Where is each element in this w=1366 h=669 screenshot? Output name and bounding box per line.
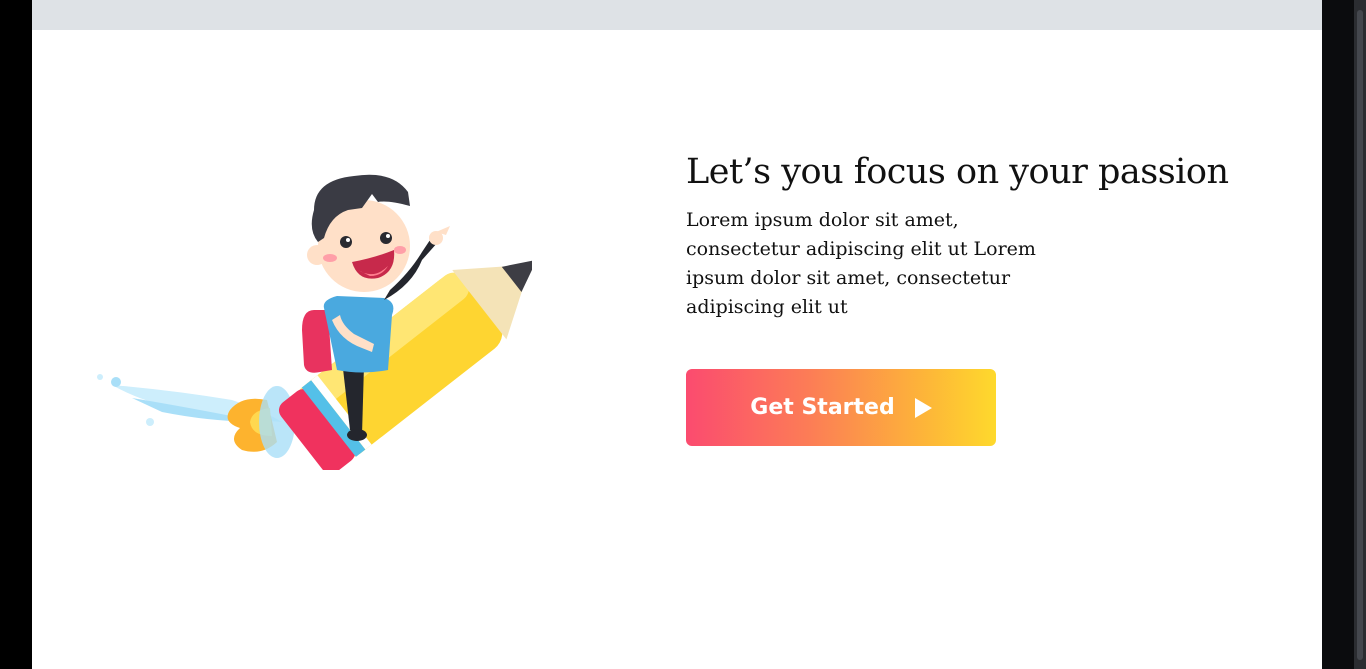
window-frame-left (0, 0, 32, 669)
get-started-label: Get Started (750, 395, 895, 420)
get-started-button[interactable]: Get Started (686, 369, 996, 446)
play-icon (914, 397, 932, 418)
top-navbar (32, 0, 1322, 30)
hero-description: Lorem ipsum dolor sit amet, consectetur … (686, 209, 1036, 318)
hero-illustration (97, 174, 532, 470)
page-content: Let’s you focus on your passion Lorem ip… (32, 0, 1322, 669)
rocket-flame (227, 386, 295, 458)
hero-title: Let’s you focus on your passion (686, 152, 1229, 192)
scrollbar-thumb[interactable] (1357, 10, 1363, 660)
